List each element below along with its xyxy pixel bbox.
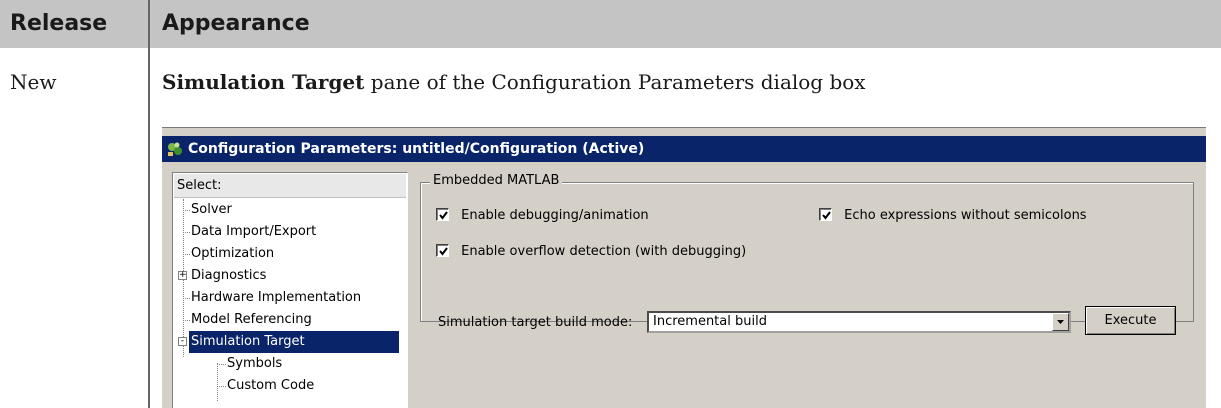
simulink-app-icon [168, 142, 182, 156]
caption-text: pane of the Configuration Parameters dia… [364, 70, 866, 94]
config-parameters-dialog: Configuration Parameters: untitled/Confi… [162, 127, 1206, 408]
group-title: Embedded MATLAB [430, 173, 563, 188]
caption-bold-text: Simulation Target [162, 70, 365, 94]
tree-item-data-import-export[interactable]: Data Import/Export [183, 221, 316, 243]
checkbox-checked-icon[interactable] [819, 208, 832, 221]
echo-expressions-checkbox[interactable]: Echo expressions without semicolons [819, 207, 1087, 225]
tree-item-solver[interactable]: Solver [183, 199, 232, 221]
tree-item-optimization[interactable]: Optimization [183, 243, 274, 265]
build-mode-select[interactable]: Incremental build [647, 311, 1071, 333]
column-divider [148, 0, 150, 408]
checkbox-checked-icon[interactable] [436, 208, 449, 221]
overflow-detection-checkbox[interactable]: Enable overflow detection (with debuggin… [436, 243, 746, 261]
header-appearance: Appearance [162, 11, 310, 36]
tree-item-model-referencing[interactable]: Model Referencing [183, 309, 312, 331]
dropdown-arrow-icon[interactable] [1052, 313, 1069, 331]
enable-debugging-checkbox[interactable]: Enable debugging/animation [436, 207, 649, 225]
appearance-caption: Simulation Target pane of the Configurat… [162, 70, 866, 94]
echo-expressions-label: Echo expressions without semicolons [844, 208, 1087, 223]
enable-debugging-label: Enable debugging/animation [461, 208, 649, 223]
tree-item-symbols[interactable]: Symbols [217, 353, 282, 375]
tree-item-diagnostics[interactable]: + Diagnostics [178, 265, 266, 287]
tree-item-simulation-target[interactable]: - Simulation Target [178, 331, 399, 353]
overflow-detection-label: Enable overflow detection (with debuggin… [461, 244, 747, 259]
header-release: Release [10, 11, 108, 36]
category-tree[interactable]: Select: Solver Data Import/Export Optimi… [172, 172, 408, 408]
build-mode-value: Incremental build [653, 314, 767, 329]
release-value: New [10, 70, 57, 94]
table-header-row: Release Appearance [0, 0, 1221, 48]
dialog-titlebar[interactable]: Configuration Parameters: untitled/Confi… [162, 136, 1206, 162]
execute-button[interactable]: Execute [1085, 306, 1176, 335]
tree-item-custom-code[interactable]: Custom Code [217, 375, 314, 397]
collapse-minus-icon[interactable]: - [178, 337, 187, 346]
checkbox-checked-icon[interactable] [436, 244, 449, 257]
expand-plus-icon[interactable]: + [178, 271, 187, 280]
build-mode-label: Simulation target build mode: [438, 315, 633, 330]
dialog-title: Configuration Parameters: untitled/Confi… [188, 141, 645, 157]
tree-item-hardware-implementation[interactable]: Hardware Implementation [183, 287, 361, 309]
tree-header: Select: [174, 174, 406, 198]
